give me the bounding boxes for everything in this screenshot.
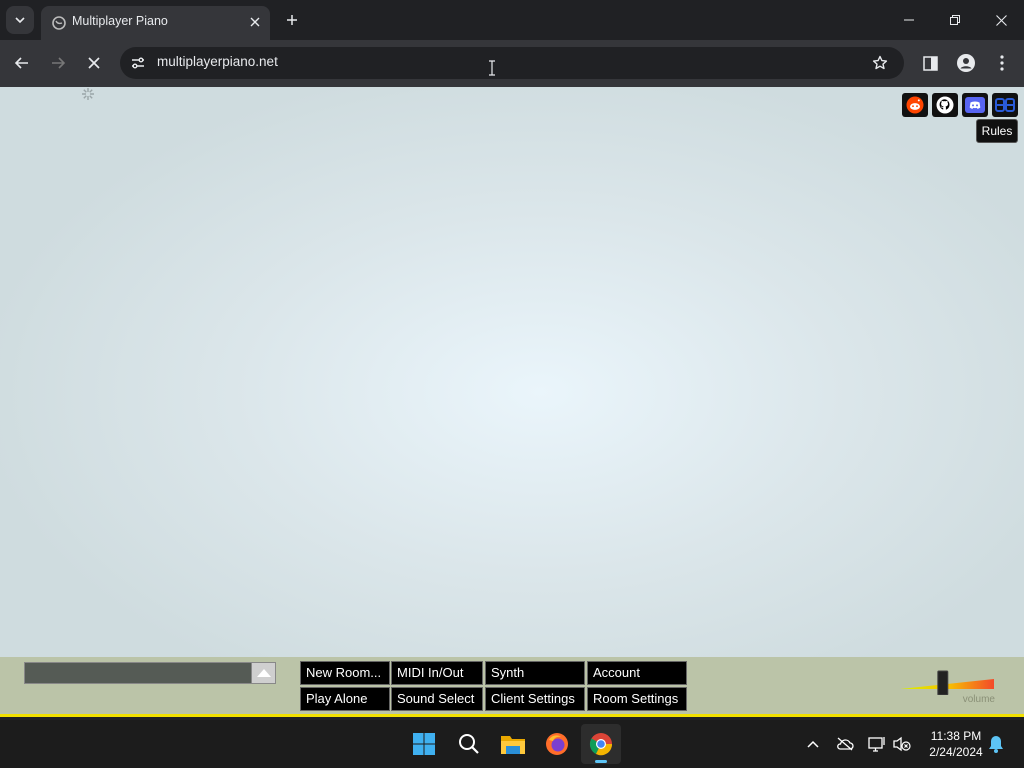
midi-in-out-button[interactable]: MIDI In/Out (391, 661, 483, 685)
arrow-left-icon (14, 57, 28, 69)
active-app-indicator (595, 760, 607, 763)
reddit-icon (906, 96, 924, 114)
github-icon (936, 96, 954, 114)
chevron-down-icon (15, 17, 25, 24)
bell-icon (989, 736, 1003, 753)
onedrive-tray-button[interactable] (835, 734, 855, 754)
folder-icon (501, 736, 525, 754)
side-panel-icon (922, 55, 938, 71)
start-button[interactable] (404, 724, 444, 764)
cloud-off-icon (837, 737, 854, 751)
minimize-icon (904, 19, 914, 21)
volume-slider[interactable] (898, 669, 998, 696)
browser-tab[interactable]: Multiplayer Piano (41, 6, 270, 40)
synth-button[interactable]: Synth (485, 661, 585, 685)
side-panel-button[interactable] (916, 49, 944, 77)
chrome-icon (589, 733, 613, 756)
close-icon (995, 14, 1007, 26)
windows-logo-icon (413, 733, 435, 755)
reddit-link[interactable] (902, 93, 928, 117)
loading-spinner-icon (82, 88, 94, 100)
bb-link[interactable] (992, 93, 1018, 117)
volume-tray-button[interactable] (892, 734, 912, 754)
client-settings-button[interactable]: Client Settings (485, 687, 585, 711)
new-tab-button[interactable] (280, 8, 304, 32)
windows-taskbar: 11:38 PM 2/24/2024 (0, 720, 1024, 768)
network-tray-button[interactable] (867, 734, 887, 754)
triangle-up-icon (256, 669, 271, 677)
browser-tab-strip: Multiplayer Piano (0, 0, 1024, 40)
close-window-button[interactable] (978, 0, 1024, 40)
volume-control[interactable]: volume (898, 669, 998, 705)
profile-icon (957, 54, 975, 72)
tune-icon (132, 57, 144, 69)
tab-search-button[interactable] (6, 6, 34, 34)
rules-tooltip: Rules (976, 119, 1018, 143)
network-icon (868, 737, 885, 752)
clock-date: 2/24/2024 (929, 745, 983, 759)
tab-close-button[interactable] (246, 13, 264, 31)
volume-knob[interactable] (937, 670, 949, 696)
chevron-up-icon (807, 740, 819, 748)
profile-button[interactable] (952, 49, 980, 77)
restore-button[interactable] (932, 0, 978, 40)
discord-link[interactable] (962, 93, 988, 117)
url-text: multiplayerpiano.net (157, 54, 278, 69)
bookmark-star-button[interactable] (870, 53, 890, 73)
arrow-right-icon (52, 57, 66, 69)
address-bar[interactable]: multiplayerpiano.net (120, 47, 904, 79)
plus-icon (287, 15, 297, 25)
bottom-bar-border (0, 714, 1024, 717)
more-vertical-icon (1000, 55, 1004, 71)
forward-button[interactable] (44, 49, 72, 77)
discord-icon (965, 97, 985, 113)
chrome-menu-button[interactable] (988, 49, 1016, 77)
firefox-icon (546, 733, 568, 755)
volume-label: volume (962, 694, 995, 705)
site-info-button[interactable] (128, 53, 148, 73)
notifications-button[interactable] (986, 734, 1006, 754)
browser-toolbar: multiplayerpiano.net (0, 40, 1024, 87)
clock-time: 11:38 PM (930, 729, 982, 743)
tab-title: Multiplayer Piano (72, 14, 168, 28)
chat-input[interactable] (24, 662, 276, 684)
bottom-control-bar: New Room... Play Alone MIDI In/Out Sound… (0, 657, 1024, 717)
speaker-muted-icon (893, 736, 911, 752)
back-button[interactable] (8, 49, 36, 77)
restore-icon (950, 15, 960, 25)
firefox-button[interactable] (537, 724, 577, 764)
page-viewport: Rules New Room... Play Alone MIDI In/Out… (0, 87, 1024, 717)
close-icon (88, 57, 100, 69)
close-icon (250, 17, 260, 27)
room-settings-button[interactable]: Room Settings (587, 687, 687, 711)
search-icon (459, 734, 479, 754)
star-icon (872, 55, 888, 70)
text-cursor-icon (489, 60, 495, 76)
chat-toggle-button[interactable] (251, 662, 276, 684)
chrome-button[interactable] (581, 724, 621, 764)
stop-loading-button[interactable] (80, 49, 108, 77)
play-alone-button[interactable]: Play Alone (300, 687, 390, 711)
tray-overflow-button[interactable] (803, 734, 823, 754)
account-button[interactable]: Account (587, 661, 687, 685)
new-room-button[interactable]: New Room... (300, 661, 390, 685)
sound-select-button[interactable]: Sound Select (391, 687, 483, 711)
taskbar-clock[interactable]: 11:38 PM 2/24/2024 (918, 728, 994, 760)
bb-icon (995, 98, 1015, 112)
minimize-button[interactable] (886, 0, 932, 40)
search-button[interactable] (449, 724, 489, 764)
github-link[interactable] (932, 93, 958, 117)
piano-favicon-icon (52, 16, 66, 30)
file-explorer-button[interactable] (493, 724, 533, 764)
